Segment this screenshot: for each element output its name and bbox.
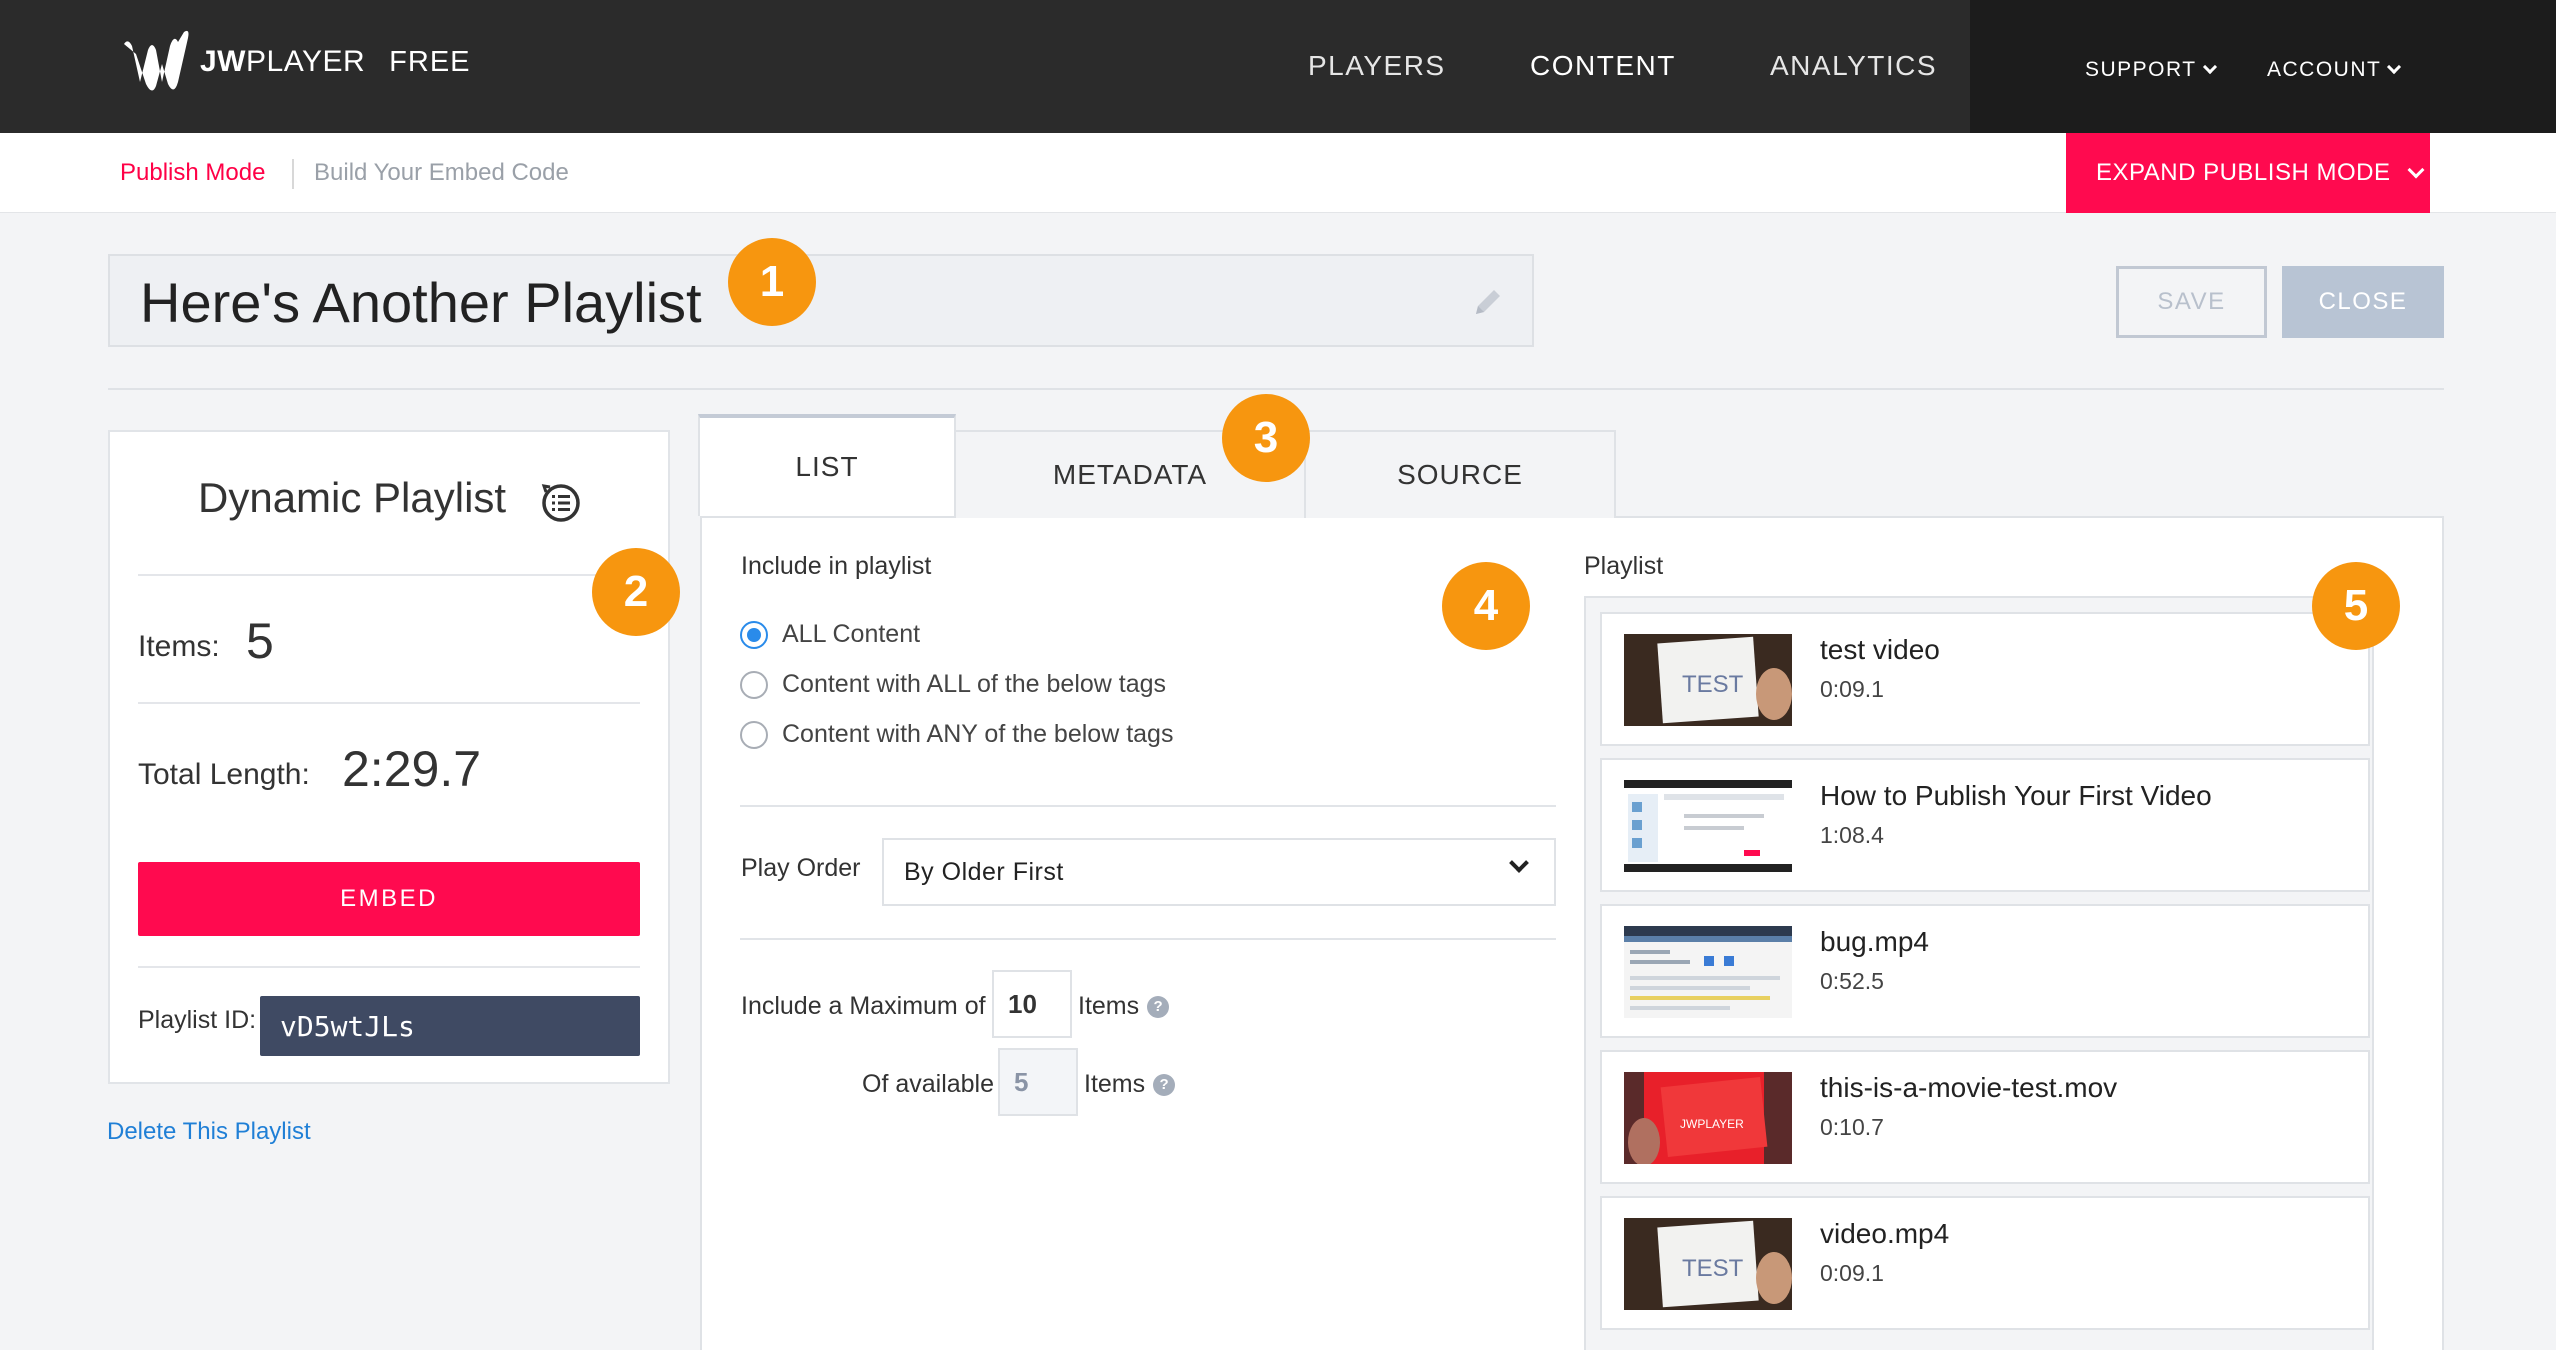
nav-content[interactable]: CONTENT	[1530, 50, 1676, 82]
svg-text:JWPLAYER: JWPLAYER	[1680, 1117, 1744, 1131]
radio-all-tags[interactable]: Content with ALL of the below tags	[740, 670, 1166, 699]
radio-label: ALL Content	[782, 620, 921, 648]
step-badge-5: 5	[2312, 562, 2400, 650]
max-items-prefix: Include a Maximum of	[741, 992, 986, 1020]
step-badge-3: 3	[1222, 394, 1310, 482]
video-thumbnail: TEST	[1624, 634, 1792, 726]
chevron-down-icon	[2387, 59, 2402, 75]
video-title: test video	[1820, 634, 1940, 665]
section-divider	[740, 938, 1556, 940]
playlist-id-field[interactable]: vD5wtJLs	[260, 996, 640, 1056]
available-items-input: 5	[998, 1048, 1078, 1116]
chevron-down-icon	[2407, 161, 2425, 179]
playlist-item[interactable]: JWPLAYER this-is-a-movie-test.mov 0:10.7	[1600, 1050, 2370, 1184]
available-prefix: Of available	[862, 1070, 995, 1098]
items-label: Items:	[138, 630, 220, 663]
section-divider	[740, 805, 1556, 807]
video-title: video.mp4	[1820, 1218, 1950, 1249]
close-button[interactable]: CLOSE	[2282, 266, 2444, 338]
video-thumbnail	[1624, 926, 1792, 1018]
video-duration: 0:09.1	[1820, 1260, 1884, 1286]
playlist-summary-panel: Dynamic Playlist Items: 5 Total Length: …	[108, 430, 670, 1084]
radio-button[interactable]	[740, 720, 768, 749]
max-items-input[interactable]: 10	[992, 970, 1072, 1038]
publish-mode-link[interactable]: Publish Mode	[120, 159, 265, 187]
video-duration: 0:10.7	[1820, 1114, 1884, 1140]
playlist-type: Dynamic Playlist	[198, 474, 507, 521]
svg-text:TEST: TEST	[1682, 1255, 1744, 1282]
subnav-divider	[292, 159, 294, 189]
playlist-id-label: Playlist ID:	[138, 1006, 257, 1034]
video-thumbnail: TEST	[1624, 1218, 1792, 1310]
help-icon[interactable]: ?	[1153, 1073, 1176, 1096]
header-divider	[108, 388, 2444, 390]
video-duration: 0:09.1	[1820, 676, 1884, 702]
pencil-icon[interactable]	[1472, 286, 1504, 318]
nav-analytics[interactable]: ANALYTICS	[1770, 50, 1937, 82]
step-badge-2: 2	[592, 548, 680, 636]
utility-nav-zone	[1970, 0, 2556, 133]
jw-logo-icon	[124, 30, 189, 91]
radio-all-content[interactable]: ALL Content	[740, 620, 920, 649]
support-menu[interactable]: SUPPORT	[2085, 58, 2217, 82]
build-embed-code-link[interactable]: Build Your Embed Code	[314, 159, 569, 187]
playlist-title: Here's Another Playlist	[140, 271, 702, 334]
radio-any-tags[interactable]: Content with ANY of the below tags	[740, 720, 1173, 749]
play-order-select[interactable]: By Older First	[882, 838, 1556, 906]
save-button[interactable]: SAVE	[2116, 266, 2267, 338]
items-suffix-label: Items	[1078, 992, 1140, 1020]
plan-tier: FREE	[389, 45, 471, 78]
support-label: SUPPORT	[2085, 58, 2197, 81]
radio-button[interactable]	[740, 670, 768, 699]
account-label: ACCOUNT	[2267, 58, 2382, 81]
playlist-label: Playlist	[1584, 552, 1664, 580]
svg-text:TEST: TEST	[1682, 671, 1744, 698]
radio-button[interactable]	[740, 620, 768, 649]
chevron-down-icon	[1509, 853, 1529, 873]
dynamic-playlist-icon	[541, 484, 580, 522]
delete-playlist-link[interactable]: Delete This Playlist	[107, 1118, 311, 1146]
radio-label: Content with ALL of the below tags	[782, 670, 1167, 698]
video-thumbnail: JWPLAYER	[1624, 1072, 1792, 1164]
summary-divider	[138, 966, 640, 968]
chevron-down-icon	[2202, 59, 2217, 75]
total-length-value: 2:29.7	[342, 741, 482, 797]
play-order-label: Play Order	[741, 854, 861, 882]
step-badge-1: 1	[728, 238, 816, 326]
video-title: this-is-a-movie-test.mov	[1820, 1072, 2118, 1103]
tab-source[interactable]: SOURCE	[1304, 430, 1616, 518]
playlist-item[interactable]: How to Publish Your First Video 1:08.4	[1600, 758, 2370, 892]
include-label: Include in playlist	[741, 552, 932, 580]
playlist-item[interactable]: TEST test video 0:09.1	[1600, 612, 2370, 746]
playlist-title-field[interactable]: Here's Another Playlist	[108, 254, 1534, 347]
video-duration: 1:08.4	[1820, 822, 1884, 848]
total-length-label: Total Length:	[138, 758, 310, 791]
video-thumbnail	[1624, 780, 1792, 872]
playlist-item[interactable]: bug.mp4 0:52.5	[1600, 904, 2370, 1038]
brand-logo[interactable]: JWPLAYER FREE	[118, 22, 471, 102]
available-suffix: Items?	[1084, 1070, 1176, 1099]
items-suffix-label: Items	[1084, 1070, 1146, 1098]
account-menu[interactable]: ACCOUNT	[2267, 58, 2402, 82]
items-count: 5	[246, 613, 274, 669]
nav-players[interactable]: PLAYERS	[1308, 50, 1446, 82]
expand-publish-mode-button[interactable]: EXPAND PUBLISH MODE	[2066, 133, 2430, 213]
summary-divider	[138, 574, 640, 576]
embed-button[interactable]: EMBED	[138, 862, 640, 936]
brand-name: JWPLAYER	[200, 45, 366, 78]
top-navigation: JWPLAYER FREE PLAYERS CONTENT ANALYTICS …	[0, 0, 2556, 133]
radio-label: Content with ANY of the below tags	[782, 720, 1174, 748]
playlist-item[interactable]: TEST video.mp4 0:09.1	[1600, 1196, 2370, 1330]
help-icon[interactable]: ?	[1147, 995, 1170, 1018]
step-badge-4: 4	[1442, 562, 1530, 650]
video-title: bug.mp4	[1820, 926, 1929, 957]
expand-publish-mode-label: EXPAND PUBLISH MODE	[2096, 159, 2391, 186]
summary-divider	[138, 702, 640, 704]
video-title: How to Publish Your First Video	[1820, 780, 2212, 811]
video-duration: 0:52.5	[1820, 968, 1884, 994]
tab-list[interactable]: LIST	[698, 414, 956, 516]
play-order-value: By Older First	[904, 857, 1064, 886]
max-items-suffix: Items?	[1078, 992, 1170, 1021]
